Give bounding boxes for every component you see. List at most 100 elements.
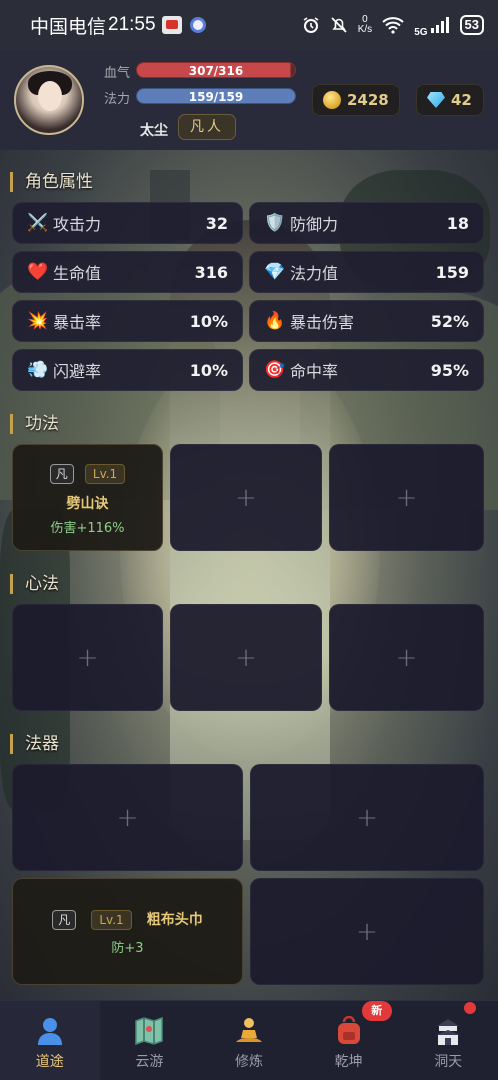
level-tag: Lv.1 — [84, 464, 126, 484]
attributes-section-title: 角色属性 — [10, 172, 93, 192]
hp-bar: 307/316 — [136, 62, 296, 78]
mute-bell-icon — [331, 17, 347, 33]
stat-label: 暴击率 — [53, 313, 102, 332]
add-icon: + — [235, 482, 257, 513]
stat-label: 攻击力 — [53, 215, 102, 234]
player-header: 血气 307/316 法力 159/159 太尘 凡人 2428 42 — [0, 50, 498, 150]
stat-label: 生命值 — [53, 264, 102, 283]
mp-bar: 159/159 — [136, 88, 296, 104]
add-icon: + — [76, 642, 99, 673]
add-icon: + — [356, 802, 378, 833]
gold-counter[interactable]: 2428 — [312, 84, 400, 116]
grade-tag: 凡 — [52, 910, 77, 930]
skill-slot-1[interactable]: 凡 Lv.1 劈山诀 伤害+116% — [12, 444, 163, 551]
gem-icon — [427, 92, 445, 108]
nav-label: 乾坤 — [334, 1054, 363, 1070]
wind-icon: 💨 — [27, 360, 49, 380]
clock: 21:55 — [108, 14, 156, 35]
stat-value: 52% — [430, 311, 469, 331]
nav-label: 道途 — [35, 1054, 64, 1070]
stat-card: 🎯 命中率 95% — [249, 349, 484, 391]
mind-slot-1[interactable]: + — [12, 604, 163, 711]
mind-section-title: 心法 — [10, 574, 59, 594]
skills-section-title: 功法 — [10, 414, 59, 434]
stat-card: ⚔️ 攻击力 32 — [12, 202, 243, 244]
bottom-nav: 道途 云游 修炼 乾坤 新 洞天 — [0, 1000, 498, 1080]
skill-name: 劈山诀 — [66, 496, 109, 512]
mp-label: 法力 — [104, 92, 131, 107]
artifacts-section-title: 法器 — [10, 734, 59, 754]
skill-slot-2[interactable]: + — [170, 444, 322, 551]
battery-indicator: 53 — [459, 15, 484, 35]
mind-slot-3[interactable]: + — [329, 604, 484, 711]
gem-amount: 42 — [451, 91, 472, 109]
fire-icon: 🔥 — [264, 311, 286, 331]
net-speed: 0 K/s — [357, 14, 373, 35]
coin-icon — [323, 91, 341, 109]
artifact-slot-2[interactable]: + — [250, 764, 484, 871]
level-tag: Lv.1 — [91, 910, 132, 930]
stat-label: 防御力 — [290, 215, 339, 234]
signal-type: 5G — [414, 26, 428, 38]
castle-icon — [432, 1015, 464, 1047]
stat-card: ❤️ 生命值 316 — [12, 251, 243, 293]
stat-label: 闪避率 — [53, 362, 102, 381]
meditation-icon — [233, 1015, 265, 1047]
stat-value: 32 — [205, 213, 228, 233]
nav-item-dongtian[interactable]: 洞天 — [398, 1001, 498, 1080]
heart-icon: ❤️ — [27, 262, 49, 282]
skill-effect: 伤害+116% — [50, 521, 125, 536]
status-bar: 中国电信 21:55 0 K/s 5G 53 — [0, 0, 498, 50]
map-icon — [133, 1015, 165, 1047]
stat-card: 🛡️ 防御力 18 — [249, 202, 484, 244]
add-icon: + — [395, 482, 418, 513]
app-notification-icon — [161, 16, 182, 34]
signal-icon — [430, 17, 449, 33]
mind-slot-2[interactable]: + — [170, 604, 322, 711]
nav-label: 洞天 — [434, 1054, 463, 1070]
person-icon — [34, 1015, 66, 1047]
stat-label: 法力值 — [290, 264, 339, 283]
gold-amount: 2428 — [347, 91, 389, 109]
add-icon: + — [356, 916, 378, 947]
artifact-name: 粗布头巾 — [146, 912, 203, 928]
nav-label: 云游 — [135, 1054, 164, 1070]
rank-badge: 凡人 — [178, 114, 236, 140]
artifact-slot-3[interactable]: 凡 Lv.1 粗布头巾 防+3 — [12, 878, 243, 985]
add-icon: + — [235, 642, 257, 673]
hp-label: 血气 — [104, 66, 131, 81]
stat-value: 95% — [430, 360, 469, 380]
stat-card: 🔥 暴击伤害 52% — [249, 300, 484, 342]
stat-label: 命中率 — [290, 362, 339, 381]
explosion-icon: 💥 — [27, 311, 49, 331]
stat-value: 316 — [194, 262, 228, 282]
stat-card: 💎 法力值 159 — [249, 251, 484, 293]
gem-counter[interactable]: 42 — [416, 84, 484, 116]
app-notification-icon-2 — [189, 17, 206, 33]
alarm-icon — [303, 17, 319, 33]
target-icon: 🎯 — [264, 360, 286, 380]
nav-item-qiankun[interactable]: 乾坤 新 — [299, 1001, 399, 1080]
stat-card: 💨 闪避率 10% — [12, 349, 243, 391]
grade-tag: 凡 — [49, 464, 74, 484]
player-name: 太尘 — [140, 123, 168, 139]
skill-slot-3[interactable]: + — [329, 444, 484, 551]
stat-card: 💥 暴击率 10% — [12, 300, 243, 342]
backpack-icon — [333, 1015, 365, 1047]
artifact-slot-1[interactable]: + — [12, 764, 243, 871]
stat-label: 暴击伤害 — [290, 313, 355, 332]
nav-item-xiulian[interactable]: 修炼 — [199, 1001, 299, 1080]
nav-item-daotu[interactable]: 道途 — [0, 1001, 100, 1080]
new-badge: 新 — [361, 1001, 392, 1021]
avatar[interactable] — [14, 65, 84, 135]
carrier-name: 中国电信 — [30, 16, 107, 38]
stat-value: 159 — [435, 262, 469, 282]
add-icon: + — [116, 802, 139, 833]
wifi-icon — [382, 17, 404, 34]
artifact-slot-4[interactable]: + — [250, 878, 484, 985]
nav-item-yunyou[interactable]: 云游 — [100, 1001, 200, 1080]
stat-value: 10% — [189, 360, 228, 380]
shield-icon: 🛡️ — [264, 213, 286, 233]
notification-dot — [464, 1002, 477, 1014]
stat-value: 10% — [189, 311, 228, 331]
